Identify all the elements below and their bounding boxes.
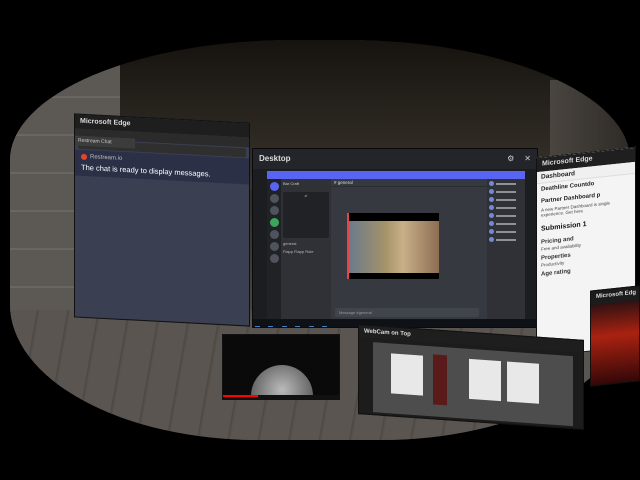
member-item[interactable] (489, 213, 523, 218)
settings-icon[interactable]: ⚙ (507, 154, 514, 164)
avatar (489, 229, 494, 234)
chat-area[interactable]: # general Message #general (331, 179, 487, 321)
avatar (489, 213, 494, 218)
room-window (469, 358, 501, 402)
member-item[interactable] (489, 221, 523, 226)
taskbar-app-icon[interactable] (295, 325, 301, 327)
channel-list[interactable]: Bar Craft ⇄ general Flapp Flapp Rule (281, 179, 331, 321)
voice-channel[interactable]: Flapp Flapp Rule (283, 249, 329, 254)
avatar (489, 181, 494, 186)
server-icon[interactable] (269, 230, 279, 239)
webcam-window[interactable]: WebCam on Top (358, 324, 584, 430)
webcam-title: WebCam on Top (364, 328, 411, 338)
avatar (489, 205, 494, 210)
restream-logo-icon (81, 153, 87, 161)
webcam-feed (373, 342, 573, 427)
member-item[interactable] (489, 237, 523, 242)
discord-app[interactable]: Bar Craft ⇄ general Flapp Flapp Rule # g… (267, 171, 525, 321)
start-icon[interactable] (255, 325, 260, 327)
web-content (591, 300, 639, 386)
taskbar-app-icon[interactable] (322, 325, 328, 327)
close-icon[interactable]: ✕ (524, 154, 531, 164)
desktop-title: Desktop (259, 154, 291, 163)
server-icon[interactable] (269, 254, 279, 263)
avatar (489, 237, 494, 242)
member-item[interactable] (489, 197, 523, 202)
message-input[interactable]: Message #general (335, 308, 479, 317)
taskbar-app-icon[interactable] (268, 325, 274, 327)
channel-general[interactable]: general (283, 241, 329, 246)
avatar (489, 197, 494, 202)
chat-header: # general (331, 179, 487, 187)
avatar (489, 189, 494, 194)
curtain (433, 354, 447, 406)
room-window (507, 361, 539, 404)
taskbar-app-icon[interactable] (281, 325, 287, 327)
brand-name: Restream.io (90, 154, 123, 162)
member-item[interactable] (489, 205, 523, 210)
server-icon[interactable] (269, 194, 279, 203)
video-thumbnail (349, 221, 439, 273)
video-title (223, 335, 339, 339)
server-icon[interactable] (269, 182, 279, 191)
notification-bar (267, 171, 525, 179)
member-item[interactable] (489, 229, 523, 234)
taskbar-app-icon[interactable] (308, 325, 314, 327)
desktop-titlebar[interactable]: Desktop ⚙ ✕ (253, 149, 537, 169)
edge-window-mini[interactable]: Microsoft Edg (590, 285, 640, 387)
server-icon[interactable] (269, 218, 279, 227)
server-icon[interactable] (269, 206, 279, 215)
server-name[interactable]: Bar Craft (283, 181, 329, 186)
video-window[interactable] (222, 334, 340, 400)
video-progress (223, 395, 258, 397)
edge-window-restream[interactable]: Microsoft Edge Restream Chat Restream.io… (74, 113, 250, 327)
video-progress-bar[interactable] (223, 395, 339, 399)
vr-environment: Microsoft Edge Restream Chat Restream.io… (0, 0, 640, 480)
member-item[interactable] (489, 181, 523, 186)
member-item[interactable] (489, 189, 523, 194)
invite-card[interactable]: ⇄ (283, 192, 329, 238)
member-list[interactable] (487, 179, 525, 321)
avatar (489, 221, 494, 226)
server-list[interactable] (267, 179, 281, 321)
embedded-video[interactable] (347, 213, 439, 279)
room-window (391, 353, 423, 396)
server-icon[interactable] (269, 242, 279, 251)
desktop-window[interactable]: Desktop ⚙ ✕ Bar Craft ⇄ general Flapp Fl… (252, 148, 538, 328)
channel-title: general (337, 180, 353, 185)
